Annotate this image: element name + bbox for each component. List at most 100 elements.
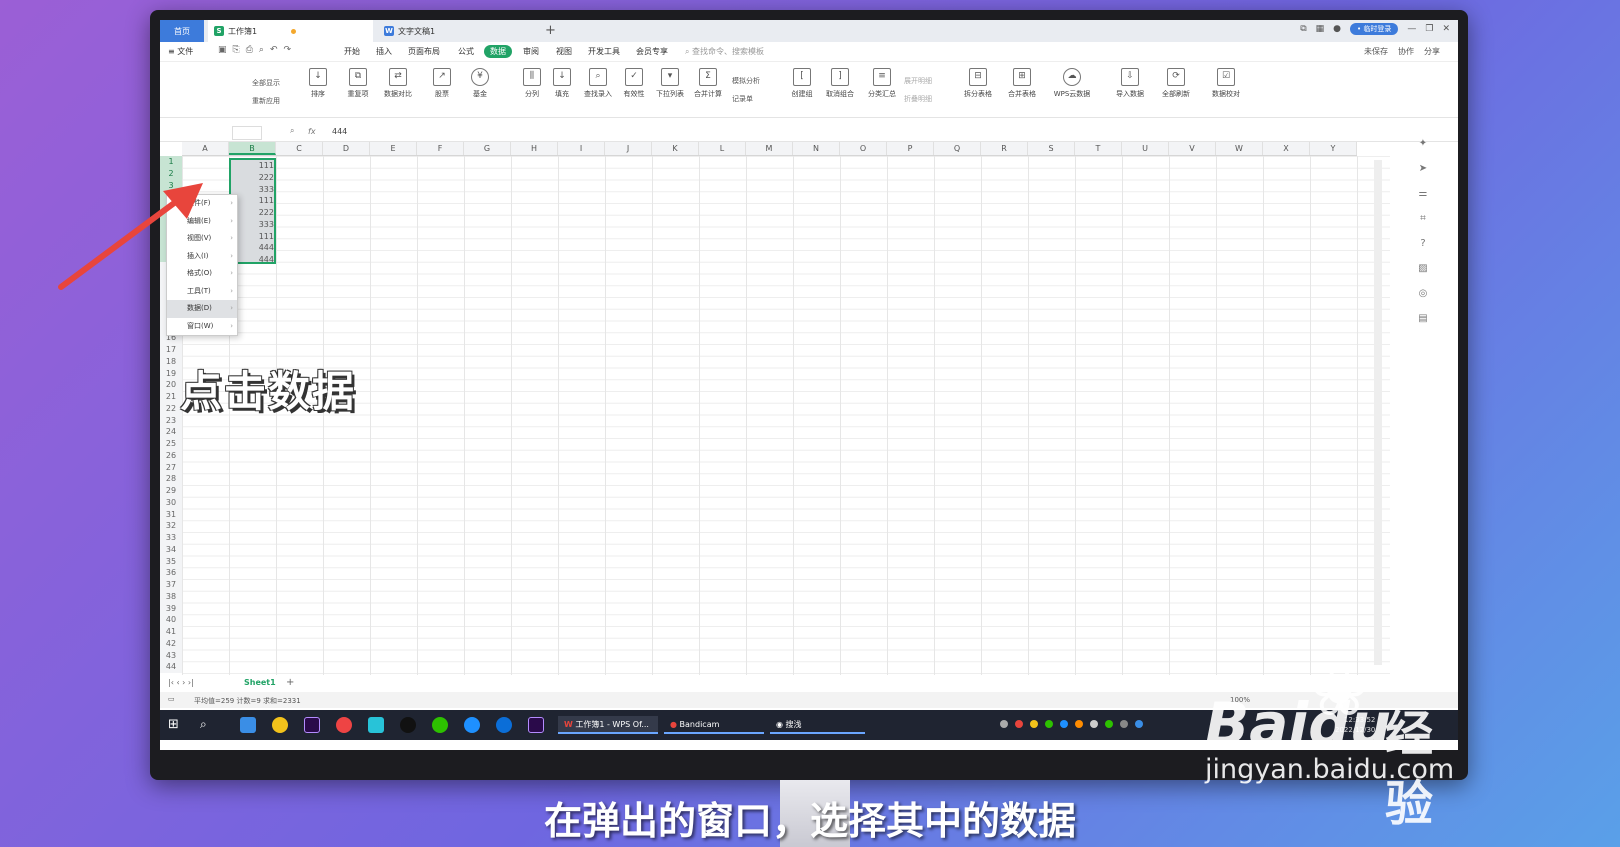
add-sheet-button[interactable]: + [286,677,294,688]
tray-icon[interactable] [1030,720,1038,728]
column-header[interactable]: S [1028,142,1075,155]
qq-icon[interactable] [400,717,416,733]
row-header[interactable]: 35 [160,555,182,568]
column-header[interactable]: I [558,142,605,155]
data-proofread-button[interactable]: ☑ 数据校对 [1206,68,1246,99]
column-header[interactable]: Q [934,142,981,155]
row-header[interactable]: 25 [160,438,182,450]
row-header[interactable]: 44 [160,661,182,673]
duplicates-button[interactable]: ⧉ 重复项 [338,68,378,99]
vertical-scrollbar[interactable] [1374,160,1382,665]
expand-detail-button[interactable]: 展开明细 [904,76,932,86]
edge-icon[interactable] [464,717,480,733]
row-header[interactable]: 30 [160,496,182,509]
reapply-button[interactable]: 重新应用 [252,96,280,106]
row-header[interactable]: 38 [160,590,182,603]
tray-icon[interactable] [1045,720,1053,728]
row-header[interactable]: 37 [160,579,182,591]
compare-button[interactable]: ⇄ 数据对比 [378,68,418,99]
context-menu-item[interactable]: 数据(D) [167,300,237,318]
row-header[interactable]: 20 [160,379,182,391]
row-header[interactable]: 19 [160,367,182,380]
row-header[interactable]: 43 [160,649,182,662]
import-data-button[interactable]: ⇩ 导入数据 [1110,68,1150,99]
row-header[interactable]: 28 [160,473,182,485]
row-header[interactable]: 39 [160,602,182,615]
column-header[interactable]: V [1169,142,1216,155]
avatar[interactable]: ● [1333,24,1341,34]
command-search[interactable]: ⌕ 查找命令、搜索模板 [685,46,764,57]
location-icon[interactable]: ◎ [1419,288,1428,299]
formula-input[interactable]: 444 [332,127,347,136]
row-header[interactable]: 22 [160,402,182,415]
tab-dev-tools[interactable]: 开发工具 [588,46,620,57]
pin-icon[interactable]: ✦ [1419,138,1427,149]
fill-button[interactable]: ↓ 填充 [542,68,582,99]
fund-button[interactable]: ¥ 基金 [460,68,500,99]
tray-icon[interactable] [1015,720,1023,728]
tray-icon[interactable] [1075,720,1083,728]
cursor-icon[interactable]: ➤ [1419,163,1427,174]
column-header[interactable]: B [229,142,276,155]
column-header[interactable]: H [511,142,558,155]
column-header[interactable]: L [699,142,746,155]
column-header[interactable]: D [323,142,370,155]
layout-icon[interactable]: ⧉ [1300,24,1306,34]
row-header[interactable]: 21 [160,391,182,403]
column-header[interactable]: C [276,142,323,155]
photos-icon[interactable] [240,717,256,733]
row-header[interactable]: 24 [160,426,182,438]
premiere-2-icon[interactable] [528,717,544,733]
column-header[interactable]: U [1122,142,1169,155]
column-header[interactable]: G [464,142,511,155]
ungroup-button[interactable]: ] 取消组合 [820,68,860,99]
tab-review[interactable]: 审阅 [523,46,539,57]
tray-icon[interactable] [1090,720,1098,728]
tab-home[interactable]: 首页 [160,20,204,42]
column-header[interactable]: E [370,142,417,155]
refresh-all-button[interactable]: ⟳ 全部刷新 [1156,68,1196,99]
add-tab-button[interactable]: + [545,23,556,38]
column-header[interactable]: A [182,142,229,155]
preview-icon[interactable]: ⌕ [259,45,264,55]
lookup-entry-button[interactable]: ⌕ 查找录入 [578,68,618,99]
column-header[interactable]: K [652,142,699,155]
chrome-icon[interactable] [336,717,352,733]
merge-table-button[interactable]: ⊞ 合并表格 [1002,68,1042,99]
row-header[interactable]: 41 [160,626,182,638]
row-header[interactable]: 34 [160,543,182,556]
tab-formula[interactable]: 公式 [458,46,474,57]
share-button[interactable]: 分享 [1424,46,1440,57]
taskbar-bandicam-app[interactable]: ● Bandicam [664,716,764,734]
app-cyan-icon[interactable] [368,717,384,733]
tab-doc[interactable]: W 文字文稿1 [378,20,538,42]
row-header[interactable]: 42 [160,637,182,650]
what-if-button[interactable]: 模拟分析 [732,76,760,86]
row-header[interactable]: 29 [160,485,182,497]
unsaved-button[interactable]: 未保存 [1364,46,1388,57]
column-header[interactable]: T [1075,142,1122,155]
tab-member[interactable]: 会员专享 [636,46,668,57]
login-button[interactable]: • 临时登录 [1350,23,1399,35]
status-monitor-icon[interactable]: ▭ [168,695,175,703]
row-header[interactable]: 33 [160,532,182,544]
sort-button[interactable]: ↓ 排序 [298,68,338,99]
taskbar-wps-app[interactable]: W 工作簿1 - WPS Of... [558,716,658,734]
name-box[interactable] [232,126,262,140]
row-header[interactable]: 32 [160,520,182,532]
premiere-icon[interactable] [304,717,320,733]
collab-button[interactable]: 协作 [1398,46,1414,57]
tab-start[interactable]: 开始 [344,46,360,57]
sheet-nav-icon[interactable]: |‹ ‹ › ›| [168,678,194,687]
column-header[interactable]: F [417,142,464,155]
minimize-icon[interactable]: — [1407,24,1416,34]
create-group-button[interactable]: [创建组 [782,68,822,99]
tray-icon[interactable] [1105,720,1113,728]
row-header[interactable]: 18 [160,355,182,368]
grid-icon[interactable]: ▦ [1316,24,1325,34]
tab-data[interactable]: 数据 [484,45,512,58]
collapse-detail-button[interactable]: 折叠明细 [904,94,932,104]
crop-icon[interactable]: ⌗ [1420,213,1426,224]
restore-icon[interactable]: ❐ [1425,24,1433,34]
tab-page-layout[interactable]: 页面布局 [408,46,440,57]
